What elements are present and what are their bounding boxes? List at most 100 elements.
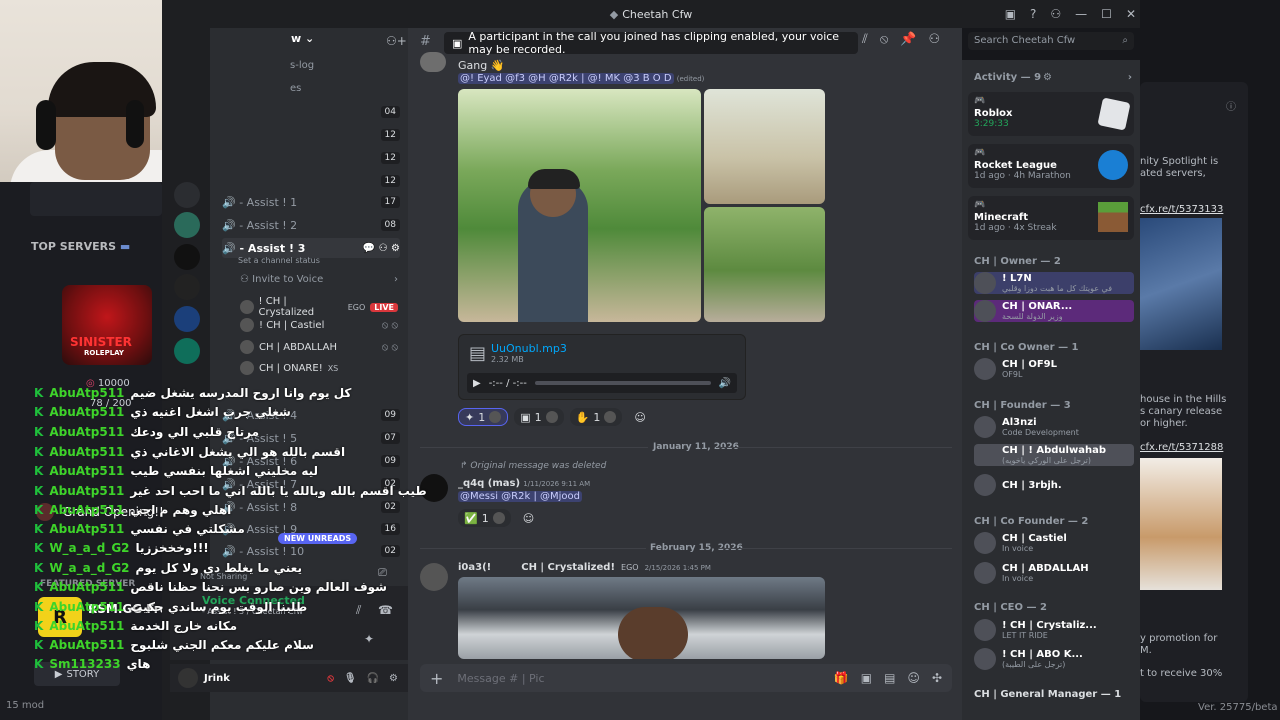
server-icon-2[interactable] <box>174 212 200 238</box>
channel-actions[interactable]: 💬 ⚇ ⚙ <box>363 243 400 254</box>
member-item[interactable]: CH | 3rbjh. <box>974 474 1134 496</box>
member-list-icon[interactable]: ⚇ <box>928 32 940 47</box>
bg-promo-image[interactable] <box>1140 458 1222 590</box>
reaction[interactable]: ✦ 1 <box>458 408 509 426</box>
server-icon-4[interactable] <box>174 274 200 300</box>
add-attachment-icon[interactable]: + <box>430 669 443 688</box>
maximize-button[interactable]: ☐ <box>1101 7 1112 21</box>
bg-link[interactable]: cfx.re/t/5371288 <box>1140 442 1223 454</box>
inbox-icon[interactable]: ▣ <box>1005 7 1016 21</box>
voice-user[interactable]: ! CH | Crystalized EGO LIVE <box>240 296 398 318</box>
member-item[interactable]: ! CH | Crystaliz... LET IT RIDE <box>974 619 1134 641</box>
background-panel <box>30 182 162 216</box>
add-member-icon[interactable]: ⚇+ <box>386 34 407 48</box>
member-item[interactable]: CH | Castiel In voice <box>974 532 1134 554</box>
voice-channel[interactable]: 12 <box>222 171 400 191</box>
pin-icon[interactable]: 📌 <box>900 32 916 47</box>
chat-text: اقسم بالله هو الي يشغل الاغاني ذي <box>130 445 346 459</box>
soundboard-icon[interactable]: ✦ <box>364 632 374 646</box>
voice-user[interactable]: CH | ABDALLAH ⦸ ⦸ <box>240 340 398 354</box>
noise-suppression-icon[interactable]: ⫽ <box>356 603 361 618</box>
activity-card[interactable]: 🎮 Minecraft 1d ago · 4x Streak <box>968 196 1134 240</box>
camera-off-icon[interactable]: ⦸ <box>327 673 334 684</box>
speaker-icon: 🔊 <box>222 195 240 209</box>
voice-channel[interactable]: 04 <box>222 102 400 122</box>
message-composer[interactable]: + Message # | Pic 🎁 ▣ ▤ ☺ ✣ <box>420 664 952 692</box>
help-icon[interactable]: ? <box>1030 7 1036 21</box>
emoji-icon[interactable]: ☺ <box>907 671 920 685</box>
chat-message: K AbuAtp511 اقسم بالله هو الي يشغل الاغاني… <box>34 445 345 459</box>
settings-icon[interactable]: ⚙ <box>389 673 398 684</box>
attachment-image-1[interactable] <box>458 89 701 322</box>
role-header: CH | General Manager — 1 <box>974 689 1122 700</box>
server-icon-1[interactable] <box>174 182 200 208</box>
activity-card[interactable]: 🎮 Roblox 3:29:33 <box>968 92 1134 136</box>
voice-user[interactable]: CH | ONARE! XS <box>240 361 398 375</box>
volume-icon[interactable]: 🔊 <box>719 378 731 389</box>
avatar[interactable] <box>420 563 448 591</box>
bg-link[interactable]: cfx.re/t/5373133 <box>1140 204 1223 216</box>
threads-icon[interactable]: ⫽ <box>862 32 868 47</box>
search-input[interactable]: Search Cheetah Cfw ⌕ <box>968 32 1134 50</box>
add-reaction-icon[interactable]: ☺ <box>628 408 651 426</box>
microphone-icon[interactable]: 🎙 <box>344 673 357 684</box>
sticker-icon[interactable]: ▤ <box>884 671 895 685</box>
members-toggle-icon[interactable]: ⚇ <box>1050 7 1061 21</box>
reaction[interactable]: ✋ 1 <box>569 408 623 426</box>
voice-channel[interactable]: 12 <box>222 125 400 145</box>
voice-channel-assist-8[interactable]: 🔊 - Assist ! 8 02 <box>222 497 400 517</box>
channel-partial[interactable]: es <box>290 83 301 94</box>
invite-to-voice[interactable]: ⚇ Invite to Voice › <box>240 274 398 285</box>
member-item[interactable]: ! L7N في عويتك كل ما هبت دوزا وقلبي <box>974 272 1134 294</box>
chat-text: كل يوم وانا اروح المدرسه يشغل ضيم <box>130 386 352 400</box>
member-item[interactable]: CH | OF9L OF9L <box>974 358 1134 380</box>
voice-channel-assist-2[interactable]: 🔊 - Assist ! 2 08 <box>222 215 400 235</box>
file-name[interactable]: UuOnubl.mp3 <box>491 342 567 355</box>
reaction[interactable]: ▣ 1 <box>514 408 564 426</box>
add-reaction-icon[interactable]: ☺ <box>517 509 540 527</box>
server-icon-3[interactable] <box>174 244 200 270</box>
attachment-image-2[interactable] <box>704 89 825 204</box>
roblox-logo <box>1097 97 1131 131</box>
message-text: Gang 👋 <box>458 59 505 72</box>
audio-progress[interactable] <box>534 381 711 385</box>
play-button[interactable]: ▶ <box>473 378 481 389</box>
headphones-icon[interactable]: 🎧 <box>367 673 379 684</box>
reaction[interactable]: ✅ 1 <box>458 509 511 527</box>
member-item[interactable]: CH | ! Abdulwahab (ترجل على الوركي ياخويه… <box>974 444 1134 466</box>
attachment-image-3[interactable] <box>704 207 825 322</box>
server-icon-5[interactable] <box>174 306 200 332</box>
message-author[interactable]: i0a3(! CH | Crystalized! EGO 2/15/2026 1:45… <box>458 562 711 573</box>
avatar[interactable] <box>420 52 446 72</box>
screen-share-icon[interactable]: ⎚ <box>378 566 387 580</box>
server-menu-chevron[interactable]: w ⌄ <box>291 32 314 45</box>
voice-channel-assist-3[interactable]: 🔊 - Assist ! 3 💬 ⚇ ⚙ <box>222 238 400 258</box>
new-unreads-pill[interactable]: NEW UNREADS <box>278 533 358 544</box>
minimize-button[interactable]: — <box>1075 7 1087 21</box>
voice-channel-assist-1[interactable]: 🔊 - Assist ! 1 17 <box>222 192 400 212</box>
message-author[interactable]: _q4q (mas) 1/11/2026 9:11 AM <box>458 478 590 489</box>
gif-icon[interactable]: ▣ <box>861 671 872 685</box>
disconnect-icon[interactable]: ☎ <box>378 603 393 617</box>
voice-channel-assist-10[interactable]: 🔊 - Assist ! 10 02 <box>222 541 400 561</box>
voice-user[interactable]: ! CH | Castiel ⦸ ⦸ <box>240 318 398 332</box>
close-button[interactable]: ✕ <box>1126 7 1136 21</box>
apps-icon[interactable]: ✣ <box>932 671 942 685</box>
notification-icon[interactable]: ⦸ <box>880 32 888 47</box>
server-icon-6[interactable] <box>174 338 200 364</box>
channel-log[interactable]: s-log <box>290 60 314 71</box>
member-item[interactable]: Al3nzi Code Development <box>974 416 1134 438</box>
speaker-icon: 🔊 <box>222 544 240 558</box>
voice-channel[interactable]: 12 <box>222 148 400 168</box>
channel-status[interactable]: Set a channel status <box>238 256 320 265</box>
chat-username: AbuAtp511 <box>49 619 125 633</box>
role-header: CH | Co Founder — 2 <box>974 516 1089 527</box>
activity-card[interactable]: 🎮 Rocket League 1d ago · 4h Marathon <box>968 144 1134 188</box>
member-item[interactable]: CH | ABDALLAH In voice <box>974 562 1134 584</box>
gift-icon[interactable]: 🎁 <box>834 671 849 685</box>
bg-promo-image[interactable] <box>1140 218 1222 350</box>
member-item[interactable]: ! CH | ABO K... (ترجل على الطيبة) <box>974 648 1134 670</box>
member-item[interactable]: CH | ONAR... وزير الدولة للسحة <box>974 300 1134 322</box>
attachment-image-4[interactable] <box>458 577 825 659</box>
avatar[interactable] <box>178 668 198 688</box>
